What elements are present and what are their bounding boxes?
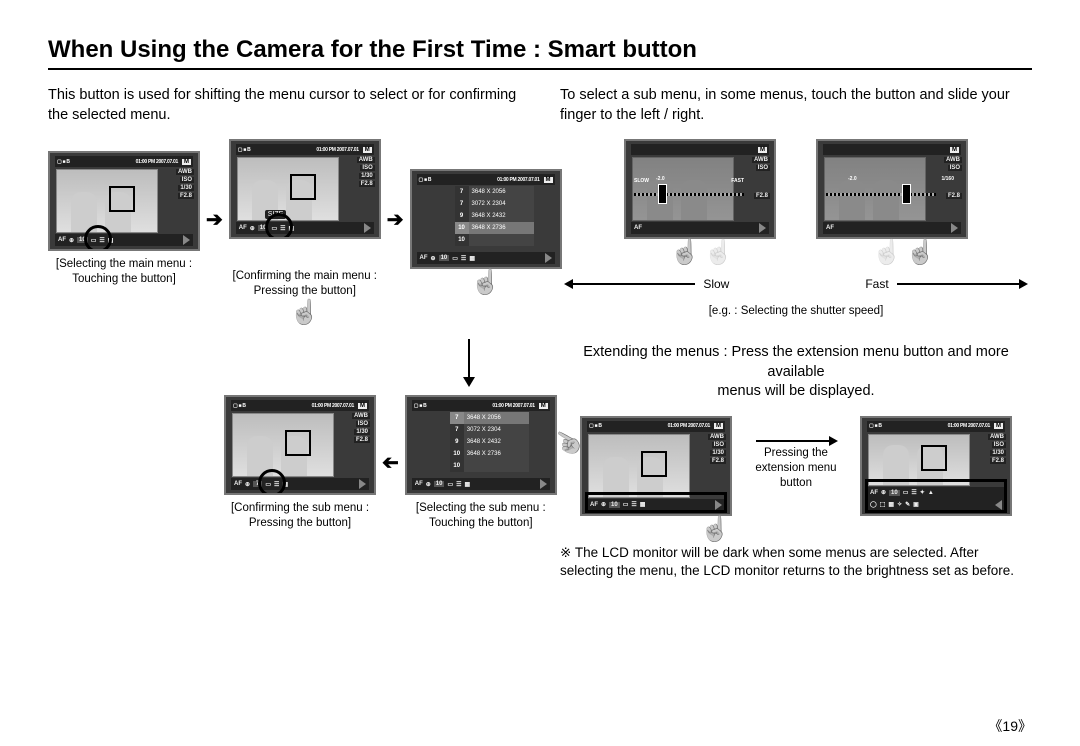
hand-icon: ☝ (471, 268, 501, 297)
hand-icon: ☝ (704, 238, 734, 267)
slow-label: Slow (703, 277, 729, 291)
left-intro: This button is used for shifting the men… (48, 86, 520, 125)
selection-box (585, 492, 727, 513)
arrow-right-icon (756, 440, 836, 442)
hand-icon: ☝ (872, 238, 902, 267)
hand-icon: ☝ (906, 238, 936, 267)
lcd-before-extension: ▢ ■ B01:00 PM 2007.07.01M AWBISO1/30F2.8… (580, 416, 732, 516)
hand-icon: ☝ (670, 238, 700, 267)
arrow-right-icon (897, 283, 1026, 285)
lcd-preview-main-select: ▢ ■ B01:00 PM 2007.07.01M AWBISO1/30F2.8… (48, 151, 200, 251)
caption-main-select: [Selecting the main menu :Touching the b… (56, 257, 192, 287)
lcd-shutter-slow: M AWBISOF2.8 SLOW FAST -2.0 AF (624, 139, 776, 239)
shutter-slider[interactable]: SLOW FAST -2.0 (634, 187, 744, 201)
size-menu[interactable]: 73648 X 2056 73072 X 2304 93648 X 2432 1… (450, 412, 529, 472)
hand-icon: ☝ (290, 298, 320, 327)
right-column: To select a sub menu, in some menus, tou… (560, 86, 1032, 580)
lcd-preview-main-confirm: ▢ ■ B01:00 PM 2007.07.01M AWBISO1/30F2.8… (229, 139, 381, 239)
shutter-slider[interactable]: -2.0 1/160 (826, 187, 936, 201)
extension-icon (183, 235, 190, 245)
selection-box (865, 479, 1007, 513)
hand-icon: ☝ (700, 515, 730, 544)
lcd-preview-sub-select: ▢ ■ B01:00 PM 2007.07.01M 73648 X 2056 7… (405, 395, 557, 495)
page-title: When Using the Camera for the First Time… (48, 36, 1032, 70)
caption-main-confirm: [Confirming the main menu :Pressing the … (233, 269, 377, 299)
lcd-shutter-fast: M AWBISOF2.8 -2.0 1/160 AF (816, 139, 968, 239)
arrow-down-icon (468, 339, 470, 385)
extension-caption: Pressing theextension menubutton (755, 446, 836, 491)
lcd-preview-sub-confirm: ▢ ■ B01:00 PM 2007.07.01M AWBISO1/30F2.8… (224, 395, 376, 495)
lcd-preview-submenu-open: ▢ ■ B01:00 PM 2007.07.01M 73648 X 2056 7… (410, 169, 562, 269)
smart-button-bar[interactable]: AF⊕10▭☰▦ (55, 234, 193, 246)
size-menu[interactable]: 73648 X 2056 73072 X 2304 93648 X 2432 1… (455, 186, 534, 246)
caption-sub-confirm: [Confirming the sub menu :Pressing the b… (231, 501, 369, 531)
arrow-left-icon (566, 283, 695, 285)
lcd-after-extension: ▢ ■ B01:00 PM 2007.07.01M AWBISO1/30F2.8… (860, 416, 1012, 516)
example-caption: [e.g. : Selecting the shutter speed] (560, 305, 1032, 317)
footnote: ※ The LCD monitor will be dark when some… (560, 544, 1032, 580)
fast-label: Fast (865, 277, 888, 291)
right-intro: To select a sub menu, in some menus, tou… (560, 86, 1032, 125)
left-column: This button is used for shifting the men… (48, 86, 520, 580)
arrow-left-icon: ➔ (382, 450, 399, 475)
highlight-circle (84, 225, 112, 251)
arrow-right-icon: ➔ (206, 207, 223, 232)
caption-sub-select: [Selecting the sub menu :Touching the bu… (416, 501, 546, 531)
extend-intro: Extending the menus : Press the extensio… (560, 343, 1032, 402)
arrow-right-icon: ➔ (387, 207, 404, 232)
page-number: 《19》 (988, 716, 1032, 736)
